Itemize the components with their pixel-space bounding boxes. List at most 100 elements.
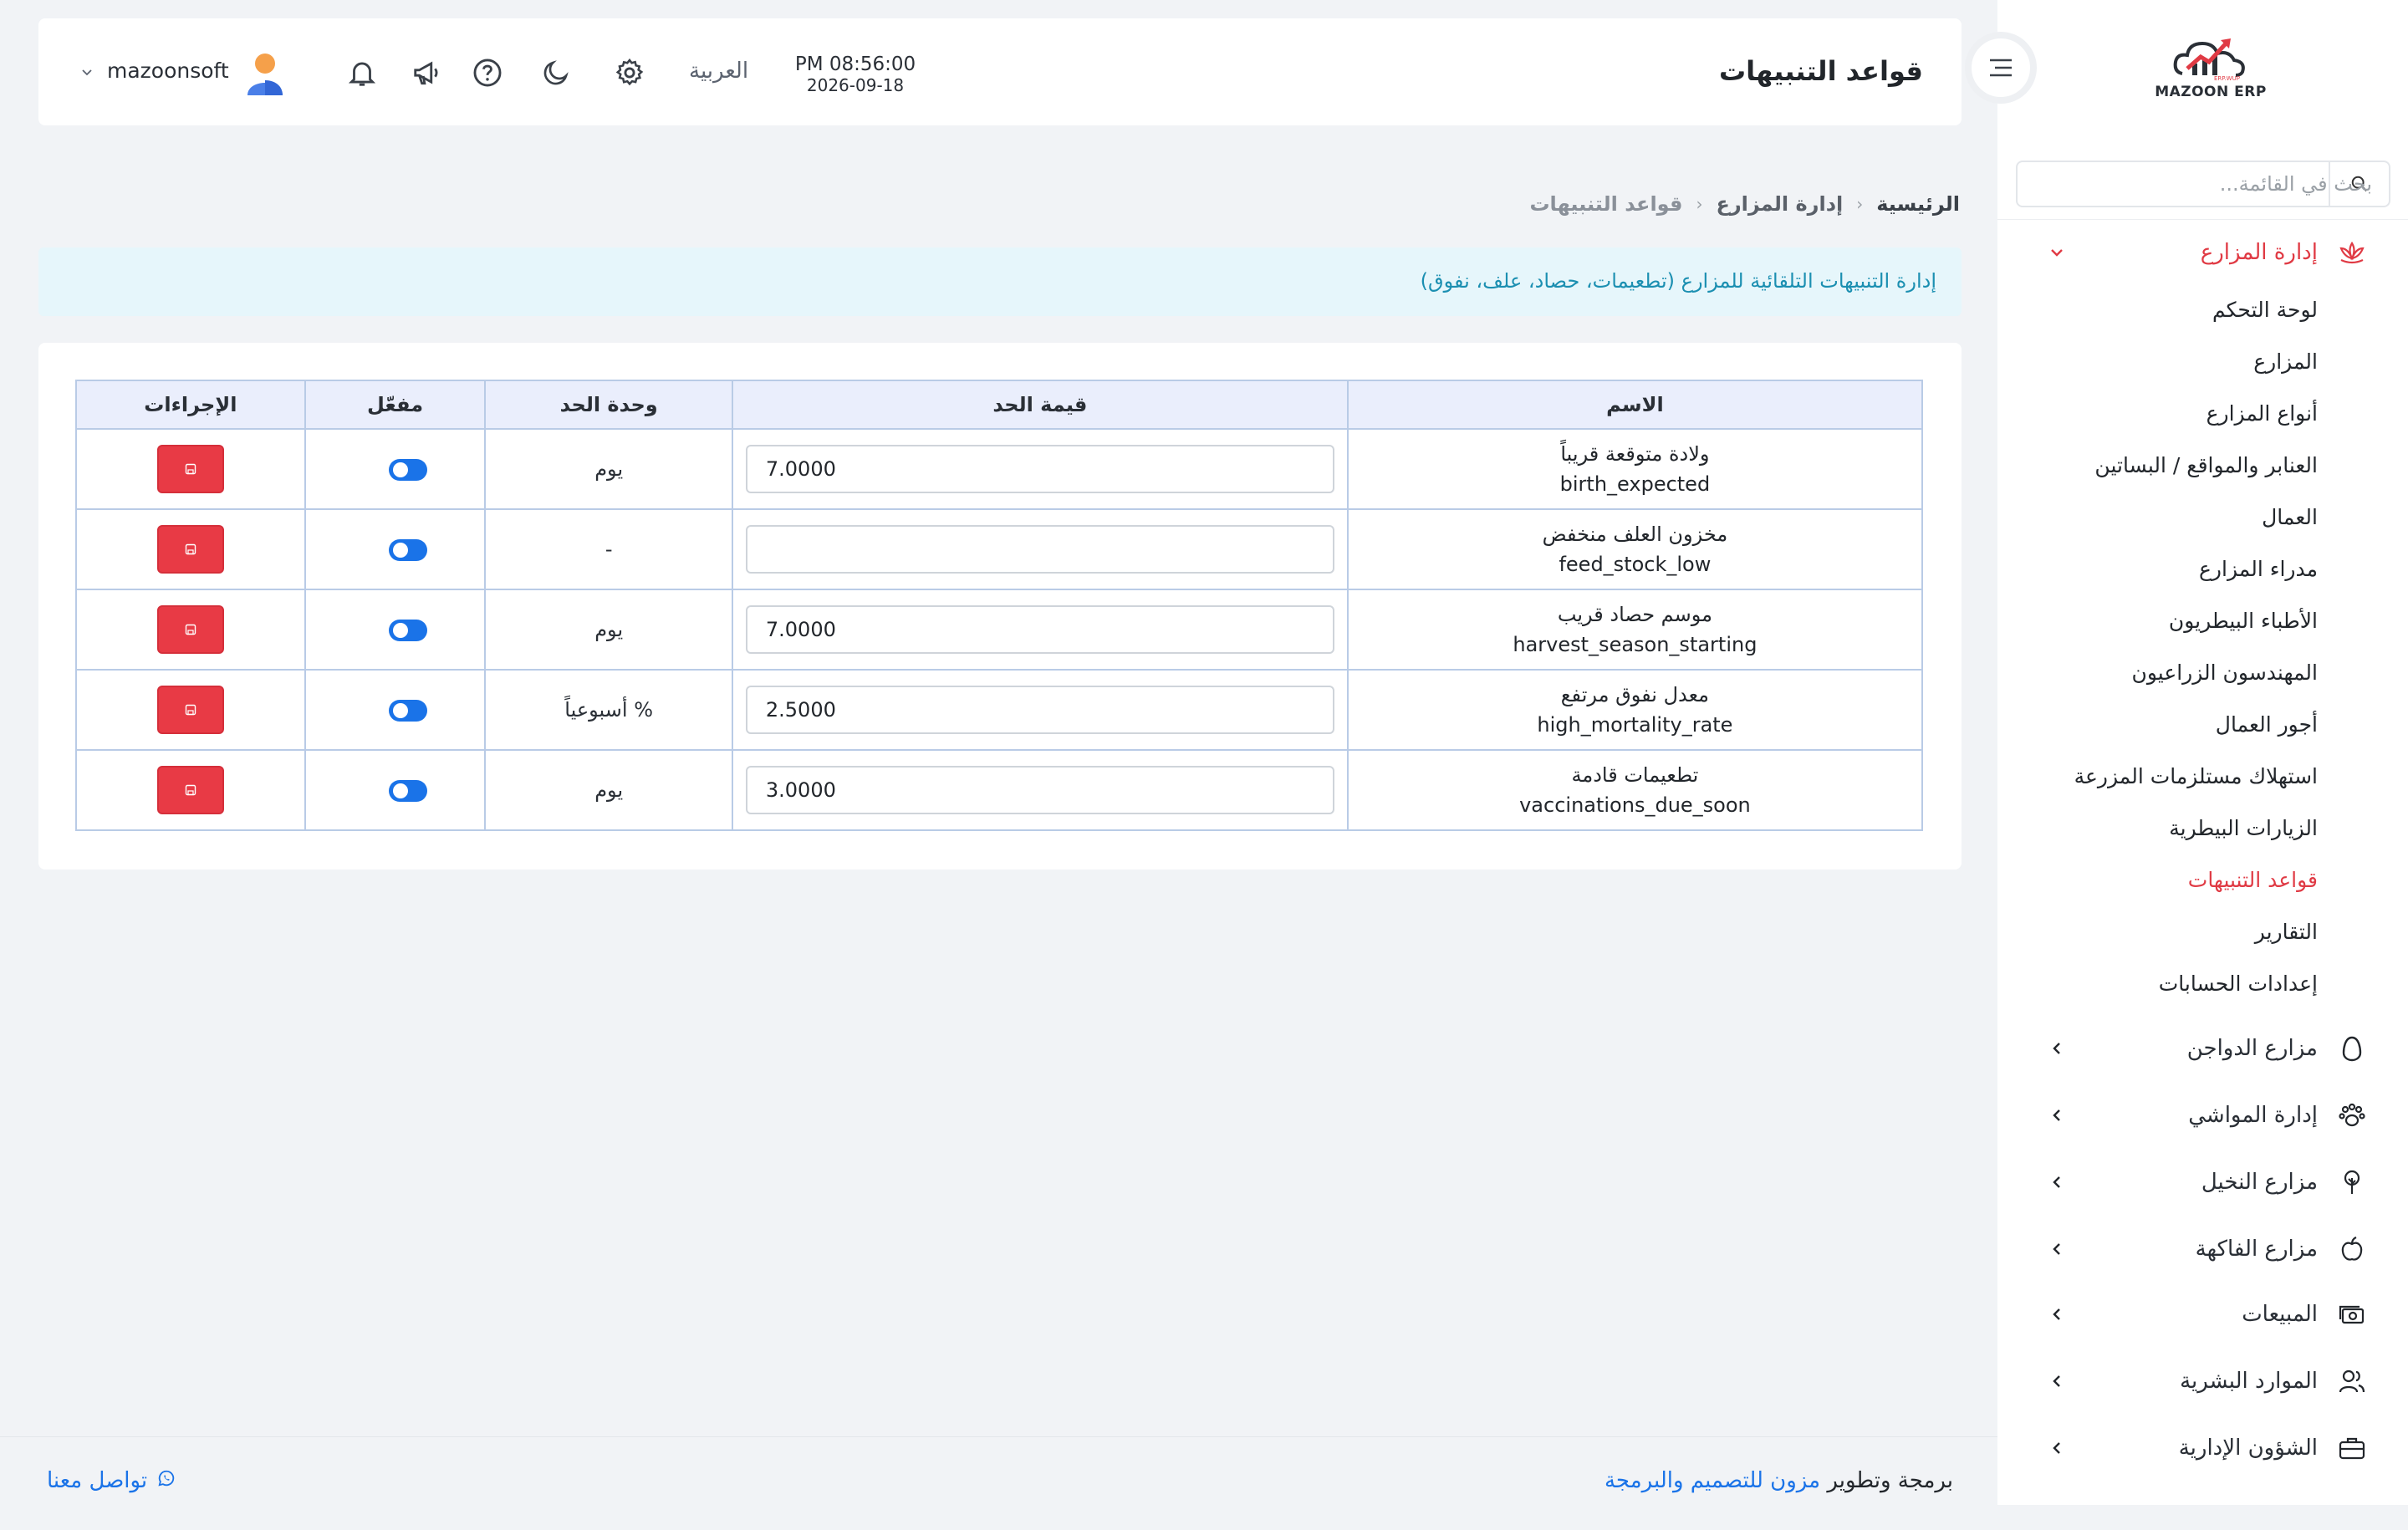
avatar[interactable]: [244, 52, 286, 97]
logo[interactable]: ERP.WUP MAZOON ERP: [2148, 33, 2273, 113]
sidebar-item-alert-rules[interactable]: قواعد التنبيهات: [2188, 868, 2318, 892]
footer-credit-prefix: برمجة وتطوير: [1827, 1468, 1953, 1493]
alert-rules-table: الاسم قيمة الحد وحدة الحد مفعّل الإجراءا…: [75, 380, 1924, 831]
sidebar-section-fruit[interactable]: مزارع الفاكهة: [1997, 1216, 2408, 1283]
threshold-input[interactable]: [745, 605, 1334, 654]
rule-code: feed_stock_low: [1559, 553, 1712, 576]
sidebar-section-label: المبيعات: [2242, 1302, 2318, 1327]
sidebar-section-label: إدارة المزارع: [2200, 240, 2318, 265]
header-value: قيمة الحد: [731, 380, 1349, 430]
sidebar-toggle-button[interactable]: [1965, 32, 2037, 104]
chevron-left-icon: [2053, 1109, 2060, 1121]
cell-name: ولادة متوقعة قريباً birth_expected: [1346, 428, 1924, 510]
sidebar-search-input[interactable]: [2034, 162, 2372, 206]
save-icon: [185, 624, 196, 635]
sidebar-item-dashboard[interactable]: لوحة التحكم: [2212, 298, 2318, 322]
save-button[interactable]: [156, 686, 224, 734]
language-switcher[interactable]: العربية: [689, 59, 748, 84]
tree-icon: [2338, 1168, 2366, 1196]
whatsapp-icon: [157, 1468, 176, 1493]
enabled-toggle[interactable]: [388, 620, 427, 641]
footer-brand-link[interactable]: مزون للتصميم والبرمجة: [1604, 1468, 1820, 1493]
sidebar-section-admin[interactable]: الشؤون الإدارية: [1997, 1415, 2408, 1482]
moon-icon[interactable]: [538, 55, 574, 90]
bell-icon[interactable]: [344, 55, 380, 90]
rule-name: تطعيمات قادمة: [1571, 763, 1699, 787]
clock-time: PM 08:56:00: [794, 54, 916, 75]
sidebar-section-sales[interactable]: المبيعات: [1997, 1281, 2408, 1348]
sidebar-section-hr[interactable]: الموارد البشرية: [1997, 1348, 2408, 1415]
logo-icon: ERP.WUP: [2173, 38, 2245, 82]
threshold-input[interactable]: [745, 445, 1334, 493]
table-row: تطعيمات قادمة vaccinations_due_soon يوم: [75, 749, 1924, 831]
menu-icon: [1990, 59, 2012, 77]
header-unit: وحدة الحد: [484, 380, 733, 430]
sidebar-item-veterinarians[interactable]: الأطباء البيطريون: [2169, 609, 2318, 633]
cell-value: [731, 428, 1349, 510]
threshold-input[interactable]: [745, 766, 1334, 814]
sidebar-item-farms[interactable]: المزارع: [2253, 349, 2318, 374]
sidebar-section-poultry[interactable]: مزارع الدواجن: [1997, 1015, 2408, 1082]
header-name: الاسم: [1346, 380, 1924, 430]
topbar: قواعد التنبيهات PM 08:56:00 2026-09-18 ا…: [38, 18, 1962, 125]
chevron-left-icon: [2053, 1442, 2060, 1454]
sidebar-item-farm-managers[interactable]: مدراء المزارع: [2199, 557, 2318, 581]
chevron-left-icon: [2053, 1308, 2060, 1320]
sidebar-section-farms[interactable]: إدارة المزارع: [1997, 219, 2408, 286]
chevron-down-icon[interactable]: [80, 65, 94, 79]
sidebar-item-workers[interactable]: العمال: [2262, 505, 2318, 529]
cell-enabled: [304, 428, 487, 510]
cell-unit: يوم: [484, 589, 733, 671]
cash-icon: [2338, 1300, 2366, 1329]
help-icon[interactable]: [470, 55, 505, 90]
username[interactable]: mazoonsoft: [107, 59, 229, 83]
cell-actions: [75, 589, 306, 671]
contact-link[interactable]: تواصل معنا: [47, 1468, 176, 1493]
enabled-toggle[interactable]: [388, 700, 427, 722]
sidebar-item-wards-locations[interactable]: العنابر والمواقع / البساتين: [2094, 453, 2318, 477]
rule-name: معدل نفوق مرتفع: [1560, 683, 1710, 706]
save-button[interactable]: [156, 766, 224, 814]
cell-value: [731, 508, 1349, 590]
sidebar-item-worker-wages[interactable]: أجور العمال: [2216, 712, 2318, 737]
save-icon: [185, 704, 196, 716]
table-row: موسم حصاد قريب harvest_season_starting ي…: [75, 589, 1924, 671]
enabled-toggle[interactable]: [388, 539, 427, 561]
breadcrumb-section[interactable]: إدارة المزارع: [1716, 192, 1843, 216]
sidebar-search: [2016, 161, 2390, 207]
save-button[interactable]: [156, 525, 224, 574]
sidebar-item-account-settings[interactable]: إعدادات الحسابات: [2159, 972, 2318, 996]
logo-text: MAZOON ERP: [2155, 84, 2267, 100]
sidebar-section-label: مزارع الدواجن: [2186, 1036, 2318, 1061]
sidebar-section-palm[interactable]: مزارع النخيل: [1997, 1149, 2408, 1216]
megaphone-icon[interactable]: [410, 55, 445, 90]
info-banner: إدارة التنبيهات التلقائية للمزارع (تطعيم…: [38, 247, 1962, 316]
sidebar-section-label: مزارع النخيل: [2201, 1170, 2318, 1195]
breadcrumb-current: قواعد التنبيهات: [1529, 192, 1683, 216]
gear-icon[interactable]: [612, 55, 647, 90]
lotus-icon: [2338, 238, 2366, 267]
header-actions: الإجراءات: [75, 380, 306, 430]
save-button[interactable]: [156, 445, 224, 493]
sidebar-section-livestock[interactable]: إدارة المواشي: [1997, 1082, 2408, 1149]
cell-name: موسم حصاد قريب harvest_season_starting: [1346, 589, 1924, 671]
sidebar: ERP.WUP MAZOON ERP إدارة المزارع لوحة ال…: [1997, 0, 2408, 1505]
sidebar-item-farm-types[interactable]: أنواع المزارع: [2206, 401, 2318, 426]
sidebar-item-reports[interactable]: التقارير: [2255, 920, 2318, 944]
rule-code: birth_expected: [1559, 472, 1711, 496]
rule-code: vaccinations_due_soon: [1519, 793, 1751, 817]
chevron-down-icon: [2051, 249, 2063, 257]
sidebar-item-agri-engineers[interactable]: المهندسون الزراعيون: [2132, 660, 2319, 685]
save-button[interactable]: [156, 605, 224, 654]
enabled-toggle[interactable]: [388, 780, 427, 802]
threshold-input[interactable]: [745, 686, 1334, 734]
enabled-toggle[interactable]: [388, 459, 427, 481]
cell-name: معدل نفوق مرتفع high_mortality_rate: [1346, 669, 1924, 751]
sidebar-item-vet-visits[interactable]: الزيارات البيطرية: [2169, 816, 2318, 840]
contact-link-label: تواصل معنا: [47, 1468, 148, 1493]
threshold-input[interactable]: [745, 525, 1334, 574]
chevron-left-icon: [2053, 1375, 2060, 1387]
cell-actions: [75, 508, 306, 590]
breadcrumb-home[interactable]: الرئيسية: [1876, 192, 1960, 216]
sidebar-item-supplies-consumption[interactable]: استهلاك مستلزمات المزرعة: [2074, 764, 2318, 788]
